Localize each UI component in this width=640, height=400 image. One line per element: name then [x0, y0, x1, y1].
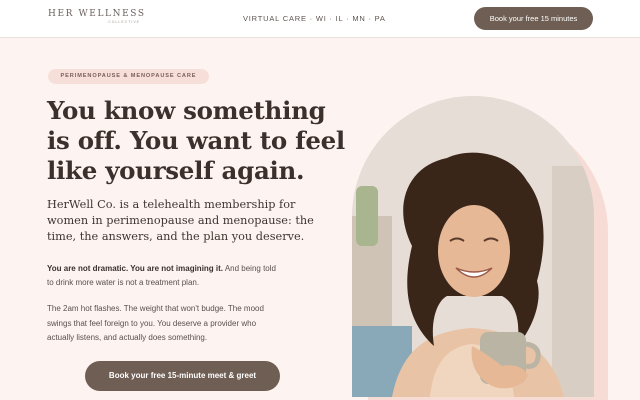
- subhead-line: time, the answers, and the plan you dese…: [47, 230, 305, 243]
- symptoms-line: The 2am hot flashes. The weight that won…: [47, 304, 264, 313]
- woman-with-mug-illustration: [352, 96, 594, 397]
- headline-line: is off. You want to feel: [47, 126, 345, 155]
- symptoms-line: swings that feel foreign to you. You des…: [47, 318, 257, 328]
- hero-headline: You know something is off. You want to f…: [47, 96, 347, 186]
- service-area-text: VIRTUAL CARE · WI · IL · MN · PA: [243, 14, 386, 23]
- intro-paragraph: You are not dramatic. You are not imagin…: [47, 262, 337, 290]
- intro-line: You are not dramatic. You are not imagin…: [47, 262, 337, 276]
- category-badge: PERIMENOPAUSE & MENOPAUSE CARE: [48, 69, 209, 84]
- intro-line: to drink more water is not a treatment p…: [47, 278, 200, 287]
- hero-subheading: HerWell Co. is a telehealth membership f…: [47, 197, 337, 245]
- intro-rest: And being told: [223, 264, 276, 273]
- logo-wordmark: HER WELLNESS: [48, 9, 146, 19]
- logo[interactable]: HER WELLNESS COLLECTIVE: [48, 9, 148, 24]
- subhead-line: HerWell Co. is a telehealth membership f…: [47, 198, 296, 211]
- header-book-button[interactable]: Book your free 15 minutes: [474, 7, 593, 30]
- site-header: HER WELLNESS COLLECTIVE VIRTUAL CARE · W…: [0, 0, 640, 38]
- headline-line: You know something: [47, 96, 326, 125]
- subhead-line: women in perimenopause and menopause: th…: [47, 214, 314, 227]
- hero-book-button[interactable]: Book your free 15-minute meet & greet: [85, 361, 280, 391]
- logo-tagline: COLLECTIVE: [108, 20, 140, 24]
- headline-line: like yourself again.: [47, 156, 305, 185]
- hero-photo: [352, 96, 594, 397]
- symptoms-paragraph: The 2am hot flashes. The weight that won…: [47, 302, 337, 346]
- intro-emphasis: You are not dramatic. You are not imagin…: [47, 264, 224, 273]
- symptoms-line: actually listens, and actually does some…: [47, 333, 208, 342]
